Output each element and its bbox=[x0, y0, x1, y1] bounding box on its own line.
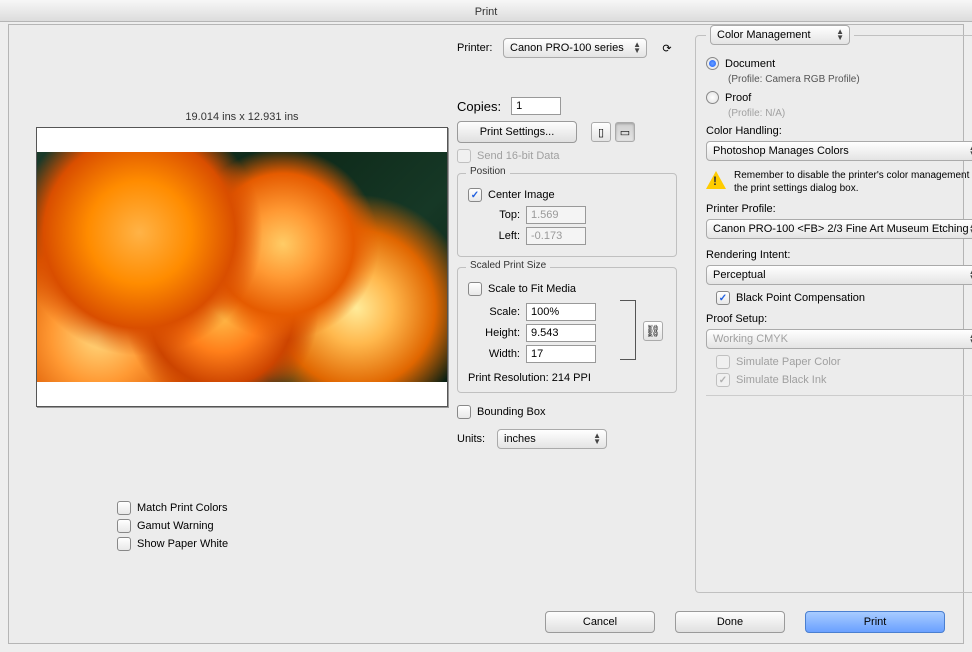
position-top-input bbox=[526, 206, 586, 224]
window-title: Print bbox=[475, 6, 498, 18]
proof-radio-label: Proof bbox=[725, 92, 751, 104]
bounding-box-label: Bounding Box bbox=[477, 406, 546, 418]
printer-refresh-icon[interactable]: ⟳ bbox=[657, 38, 677, 58]
printer-profile-label: Printer Profile: bbox=[706, 203, 972, 215]
layout-landscape-icon[interactable]: ▭ bbox=[615, 122, 635, 142]
gamut-warning-label: Gamut Warning bbox=[137, 520, 214, 532]
color-column: Color Management Document (Profile: Came… bbox=[695, 25, 953, 593]
dialog-footer: Cancel Done Print bbox=[545, 611, 945, 633]
units-select[interactable]: inches bbox=[497, 429, 607, 449]
section-value: Color Management bbox=[717, 29, 811, 41]
black-point-label: Black Point Compensation bbox=[736, 292, 865, 304]
warning-text: Remember to disable the printer's color … bbox=[734, 169, 972, 195]
match-print-colors-checkbox[interactable] bbox=[117, 501, 131, 515]
title-bar: Print bbox=[0, 0, 972, 22]
proof-setup-value: Working CMYK bbox=[713, 333, 788, 345]
simulate-black-checkbox bbox=[716, 373, 730, 387]
printer-select[interactable]: Canon PRO-100 series bbox=[503, 38, 647, 58]
send-16bit-checkbox bbox=[457, 149, 471, 163]
color-management-panel: Color Management Document (Profile: Came… bbox=[695, 25, 972, 593]
scaled-title: Scaled Print Size bbox=[466, 260, 550, 271]
height-input[interactable] bbox=[526, 324, 596, 342]
warning-icon bbox=[706, 171, 726, 189]
dropdown-arrows-icon bbox=[969, 333, 972, 345]
show-paper-white-label: Show Paper White bbox=[137, 538, 228, 550]
proof-radio[interactable] bbox=[706, 91, 719, 104]
scale-to-fit-checkbox[interactable] bbox=[468, 282, 482, 296]
width-input[interactable] bbox=[526, 345, 596, 363]
preview-column: 19.014 ins x 12.931 ins Match Print Colo… bbox=[27, 111, 457, 555]
center-image-label: Center Image bbox=[488, 189, 555, 201]
dropdown-arrows-icon bbox=[593, 433, 600, 445]
rendering-intent-value: Perceptual bbox=[713, 269, 766, 281]
proof-setup-select: Working CMYK bbox=[706, 329, 972, 349]
divider bbox=[706, 395, 972, 396]
simulate-black-label: Simulate Black Ink bbox=[736, 374, 826, 386]
position-left-input bbox=[526, 227, 586, 245]
rendering-intent-select[interactable]: Perceptual bbox=[706, 265, 972, 285]
dropdown-arrows-icon bbox=[836, 29, 843, 41]
color-handling-label: Color Handling: bbox=[706, 125, 972, 137]
gamut-warning-checkbox[interactable] bbox=[117, 519, 131, 533]
copies-input[interactable] bbox=[511, 97, 561, 115]
match-print-colors-label: Match Print Colors bbox=[137, 502, 227, 514]
warning-row: Remember to disable the printer's color … bbox=[706, 169, 972, 195]
dropdown-arrows-icon bbox=[633, 42, 640, 54]
dropdown-arrows-icon bbox=[969, 269, 972, 281]
proof-profile-label: (Profile: N/A) bbox=[728, 108, 972, 119]
simulate-paper-checkbox bbox=[716, 355, 730, 369]
copies-label: Copies: bbox=[457, 99, 501, 114]
document-profile-label: (Profile: Camera RGB Profile) bbox=[728, 74, 972, 85]
print-settings-button[interactable]: Print Settings... bbox=[457, 121, 577, 143]
color-handling-select[interactable]: Photoshop Manages Colors bbox=[706, 141, 972, 161]
simulate-paper-label: Simulate Paper Color bbox=[736, 356, 841, 368]
units-value: inches bbox=[504, 433, 536, 445]
print-dialog: 19.014 ins x 12.931 ins Match Print Colo… bbox=[8, 24, 964, 644]
aspect-lock-icon[interactable]: ⛓ bbox=[643, 321, 663, 341]
scaled-group: Scaled Print Size Scale to Fit Media Sca… bbox=[457, 267, 677, 393]
cancel-button[interactable]: Cancel bbox=[545, 611, 655, 633]
print-button[interactable]: Print bbox=[805, 611, 945, 633]
printer-profile-select[interactable]: Canon PRO-100 <FB> 2/3 Fine Art Museum E… bbox=[706, 219, 972, 239]
proof-setup-label: Proof Setup: bbox=[706, 313, 972, 325]
document-radio[interactable] bbox=[706, 57, 719, 70]
show-paper-white-checkbox[interactable] bbox=[117, 537, 131, 551]
width-label: Width: bbox=[468, 348, 520, 360]
bounding-box-checkbox[interactable] bbox=[457, 405, 471, 419]
printer-value: Canon PRO-100 series bbox=[510, 42, 624, 54]
section-select[interactable]: Color Management bbox=[710, 25, 850, 45]
scale-input[interactable] bbox=[526, 303, 596, 321]
printer-profile-value: Canon PRO-100 <FB> 2/3 Fine Art Museum E… bbox=[713, 223, 969, 235]
print-resolution: Print Resolution: 214 PPI bbox=[468, 372, 666, 384]
color-handling-value: Photoshop Manages Colors bbox=[713, 145, 849, 157]
done-button[interactable]: Done bbox=[675, 611, 785, 633]
center-image-checkbox[interactable] bbox=[468, 188, 482, 202]
top-label: Top: bbox=[468, 209, 520, 221]
layout-portrait-icon[interactable]: ▯ bbox=[591, 122, 611, 142]
scale-label: Scale: bbox=[468, 306, 520, 318]
height-label: Height: bbox=[468, 327, 520, 339]
position-group: Position Center Image Top: Left: bbox=[457, 173, 677, 257]
dropdown-arrows-icon bbox=[969, 223, 972, 235]
preview-frame[interactable] bbox=[36, 127, 448, 407]
left-label: Left: bbox=[468, 230, 520, 242]
rendering-intent-label: Rendering Intent: bbox=[706, 249, 972, 261]
scale-to-fit-label: Scale to Fit Media bbox=[488, 283, 576, 295]
printer-label: Printer: bbox=[457, 42, 503, 54]
document-radio-label: Document bbox=[725, 58, 775, 70]
link-bracket-icon: ⛓ bbox=[620, 300, 636, 360]
preview-image bbox=[37, 152, 447, 382]
position-title: Position bbox=[466, 166, 510, 177]
units-label: Units: bbox=[457, 433, 497, 445]
black-point-checkbox[interactable] bbox=[716, 291, 730, 305]
preview-dimensions: 19.014 ins x 12.931 ins bbox=[27, 111, 457, 123]
dropdown-arrows-icon bbox=[969, 145, 972, 157]
send-16bit-label: Send 16-bit Data bbox=[477, 150, 560, 162]
settings-column: Printer: Canon PRO-100 series ⟳ Copies: … bbox=[457, 35, 677, 452]
